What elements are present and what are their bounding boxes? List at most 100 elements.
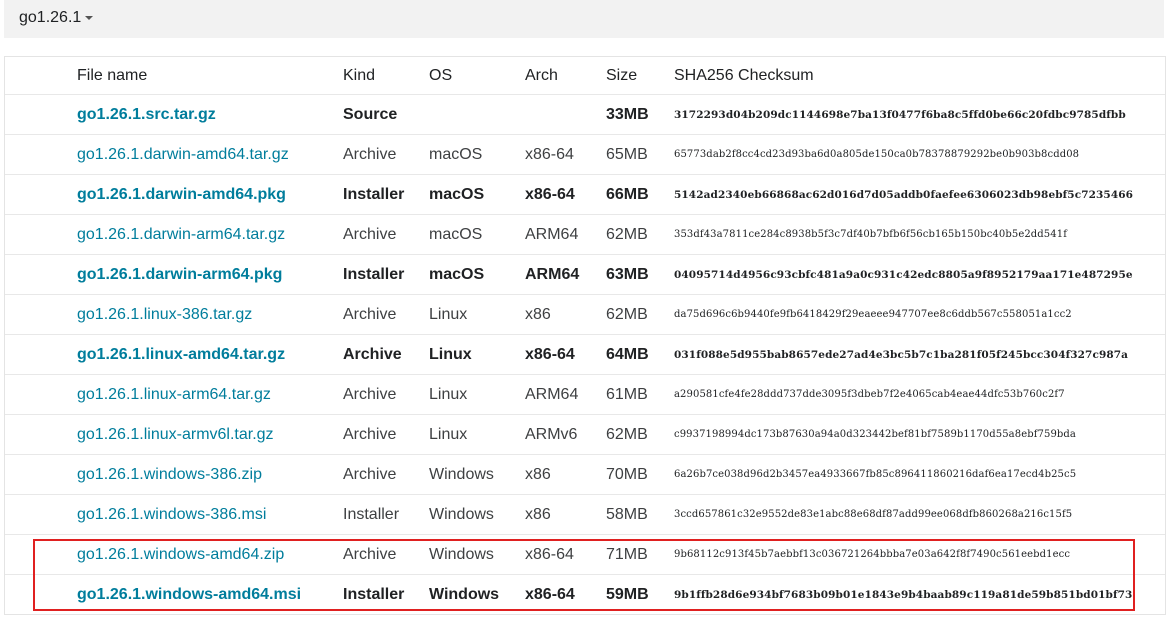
cell-file-name: go1.26.1.windows-amd64.zip xyxy=(77,534,343,575)
cell-size: 33MB xyxy=(606,94,674,135)
cell-os: Windows xyxy=(429,534,525,575)
row-spacer xyxy=(5,575,77,615)
cell-size: 70MB xyxy=(606,454,674,495)
cell-sha256: 3172293d04b209dc1144698e7ba13f0477f6ba8c… xyxy=(674,94,1165,135)
header-arch: Arch xyxy=(525,57,606,95)
table-row: go1.26.1.windows-386.msi Installer Windows… xyxy=(5,494,1165,535)
download-link[interactable]: go1.26.1.linux-arm64.tar.gz xyxy=(77,386,271,403)
cell-arch: x86 xyxy=(525,294,606,335)
cell-os: Linux xyxy=(429,294,525,335)
cell-arch: x86-64 xyxy=(525,334,606,375)
cell-os: Linux xyxy=(429,374,525,415)
cell-size: 64MB xyxy=(606,334,674,375)
cell-os: macOS xyxy=(429,174,525,215)
cell-arch: x86-64 xyxy=(525,174,606,215)
table-row: go1.26.1.windows-386.zip Archive Windows x8… xyxy=(5,454,1165,495)
version-dropdown[interactable]: go1.26.1 xyxy=(19,9,94,27)
cell-kind: Archive xyxy=(343,334,429,375)
cell-os: Windows xyxy=(429,585,500,603)
download-link[interactable]: go1.26.1.windows-amd64.zip xyxy=(77,546,284,563)
header-size: Size xyxy=(606,57,674,95)
cell-size: 71MB xyxy=(606,534,674,575)
row-spacer xyxy=(5,534,77,575)
cell-arch: x86-64 xyxy=(525,585,575,603)
download-link[interactable]: go1.26.1.windows-386.zip xyxy=(77,466,262,483)
download-link[interactable]: go1.26.1.linux-386.tar.gz xyxy=(77,306,252,323)
cell-size: 58MB xyxy=(606,494,674,535)
header-spacer xyxy=(5,57,77,95)
cell-os: Windows xyxy=(429,454,525,495)
cell-sha256: 5142ad2340eb66868ac62d016d7d05addb0faefe… xyxy=(674,174,1165,215)
caret-down-icon xyxy=(85,16,94,20)
download-link[interactable]: go1.26.1.linux-armv6l.tar.gz xyxy=(77,426,274,443)
cell-arch: ARMv6 xyxy=(525,414,606,455)
cell-kind: Archive xyxy=(343,214,429,255)
cell-size: 61MB xyxy=(606,374,674,415)
cell-arch xyxy=(525,94,606,135)
cell-kind: Installer xyxy=(343,174,429,215)
cell-sha256: a290581cfe4fe28ddd737dde3095f3dbeb7f2e40… xyxy=(674,374,1165,415)
cell-kind: Installer xyxy=(343,585,405,603)
cell-sha256: 3ccd657861c32e9552de83e1abc88e68df87add9… xyxy=(674,494,1165,535)
download-link[interactable]: go1.26.1.darwin-amd64.pkg xyxy=(77,186,286,203)
header-os: OS xyxy=(429,57,525,95)
download-link[interactable]: go1.26.1.linux-amd64.tar.gz xyxy=(77,346,285,363)
download-link[interactable]: go1.26.1.darwin-amd64.tar.gz xyxy=(77,146,289,163)
cell-file-name: go1.26.1.darwin-amd64.tar.gz xyxy=(77,134,343,175)
cell-os: Windows xyxy=(429,494,525,535)
cell-size: 62MB xyxy=(606,414,674,455)
cell-file-name: go1.26.1.linux-amd64.tar.gz xyxy=(77,334,343,375)
cell-size: 62MB xyxy=(606,294,674,335)
cell-size: 65MB xyxy=(606,134,674,175)
cell-size: 66MB xyxy=(606,174,674,215)
downloads-table: File name Kind OS Arch Size SHA256 Check… xyxy=(5,57,1165,614)
table-row: go1.26.1.darwin-amd64.pkg Installer macOS x… xyxy=(5,174,1165,215)
header-kind: Kind xyxy=(343,57,429,95)
cell-arch: x86 xyxy=(525,494,606,535)
cell-arch: x86-64 xyxy=(525,134,606,175)
row-spacer xyxy=(5,414,77,455)
download-link[interactable]: go1.26.1.darwin-arm64.pkg xyxy=(77,266,282,283)
cell-sha256: 6a26b7ce038d96d2b3457ea4933667fb85c89641… xyxy=(674,454,1165,495)
row-spacer xyxy=(5,94,77,135)
cell-sha256: 031f088e5d955bab8657ede27ad4e3bc5b7c1ba2… xyxy=(674,334,1165,375)
table-header-row: File name Kind OS Arch Size SHA256 Check… xyxy=(5,57,1165,95)
cell-file-name: go1.26.1.src.tar.gz xyxy=(77,94,343,135)
cell-sha256: 9b1ffb28d6e934bf7683b09b01e1843e9b4baab8… xyxy=(674,588,1133,601)
cell-sha256: da75d696c6b9440fe9fb6418429f29eaeee94770… xyxy=(674,294,1165,335)
header-sha256: SHA256 Checksum xyxy=(674,57,1165,95)
cell-file-name: go1.26.1.darwin-amd64.pkg xyxy=(77,174,343,215)
cell-file-name: go1.26.1.linux-arm64.tar.gz xyxy=(77,374,343,415)
cell-kind: Archive xyxy=(343,534,429,575)
cell-sha256: 353df43a7811ce284c8938b5f3c7df40b7bfb6f5… xyxy=(674,214,1165,255)
cell-kind: Archive xyxy=(343,374,429,415)
table-row: go1.26.1.windows-amd64.msi Installer Windo… xyxy=(5,575,1165,615)
download-link[interactable]: go1.26.1.windows-amd64.msi xyxy=(77,586,301,603)
cell-kind: Source xyxy=(343,94,429,135)
header-file-name: File name xyxy=(77,57,343,95)
cell-sha256: 04095714d4956c93cbfc481a9a0c931c42edc880… xyxy=(674,254,1165,295)
row-spacer xyxy=(5,214,77,255)
table-row: go1.26.1.linux-amd64.tar.gz Archive Linux x… xyxy=(5,334,1165,375)
table-row: go1.26.1.linux-386.tar.gz Archive Linux x86… xyxy=(5,294,1165,335)
cell-file-name: go1.26.1.windows-amd64.msi xyxy=(77,575,343,615)
row-spacer xyxy=(5,334,77,375)
download-link[interactable]: go1.26.1.darwin-arm64.tar.gz xyxy=(77,226,285,243)
downloads-table-container: File name Kind OS Arch Size SHA256 Check… xyxy=(4,56,1166,615)
cell-sha256: c9937198994dc173b87630a94a0d323442bef81b… xyxy=(674,414,1165,455)
row-spacer xyxy=(5,294,77,335)
cell-file-name: go1.26.1.windows-386.zip xyxy=(77,454,343,495)
cell-os xyxy=(429,94,525,135)
download-link[interactable]: go1.26.1.src.tar.gz xyxy=(77,106,216,123)
cell-kind: Archive xyxy=(343,454,429,495)
cell-file-name: go1.26.1.darwin-arm64.pkg xyxy=(77,254,343,295)
row-spacer xyxy=(5,134,77,175)
cell-kind: Installer xyxy=(343,254,429,295)
cell-size: 62MB xyxy=(606,214,674,255)
cell-kind: Archive xyxy=(343,414,429,455)
cell-file-name: go1.26.1.windows-386.msi xyxy=(77,494,343,535)
cell-arch: ARM64 xyxy=(525,254,606,295)
download-link[interactable]: go1.26.1.windows-386.msi xyxy=(77,506,266,523)
table-row: go1.26.1.src.tar.gz Source 33MB 3172293d04b… xyxy=(5,94,1165,135)
cell-kind: Archive xyxy=(343,134,429,175)
